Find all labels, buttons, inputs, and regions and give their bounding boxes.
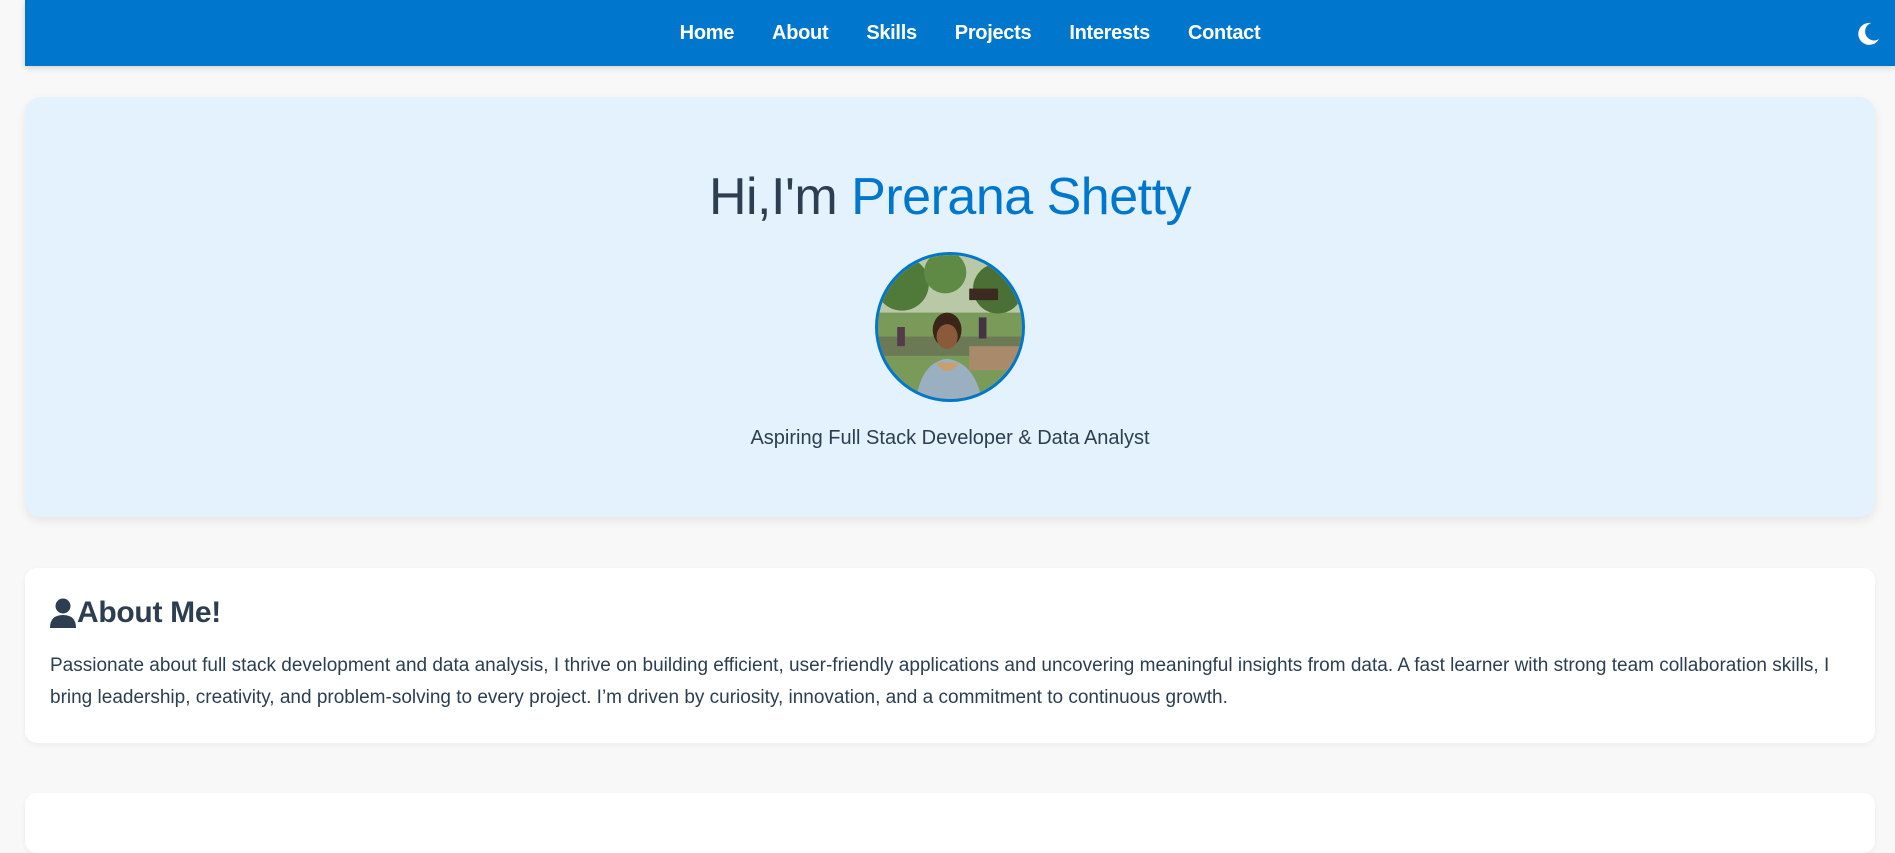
hero-greeting: Hi,I'm [708,168,852,226]
user-icon [50,598,76,628]
hero-name: Prerana Shetty [851,168,1192,226]
about-heading: About Me! [50,596,1850,630]
hero-subtitle: Aspiring Full Stack Developer & Data Ana… [750,427,1150,449]
nav-link-home[interactable]: Home [680,22,735,45]
about-text: Passionate about full stack development … [50,655,1830,708]
hero-section: Hi,I'm Prerana Shetty Aspiring Full Stac… [25,97,1875,517]
about-section: About Me! Passionate about full stack de… [25,568,1875,743]
top-navbar: Home About Skills Projects Interests Con… [25,0,1895,66]
profile-photo [878,255,1022,399]
next-section-card [25,793,1875,853]
nav-link-projects[interactable]: Projects [955,22,1032,45]
theme-toggle-button[interactable] [1854,20,1882,48]
nav-links: Home About Skills Projects Interests Con… [25,0,1895,66]
nav-link-contact[interactable]: Contact [1188,22,1261,45]
nav-link-skills[interactable]: Skills [866,22,917,45]
profile-avatar [875,252,1025,402]
about-heading-text: About Me! [77,596,221,629]
hero-title: Hi,I'm Prerana Shetty [25,167,1875,227]
nav-link-about[interactable]: About [772,22,829,45]
nav-link-interests[interactable]: Interests [1069,22,1150,45]
moon-icon [1858,22,1879,45]
